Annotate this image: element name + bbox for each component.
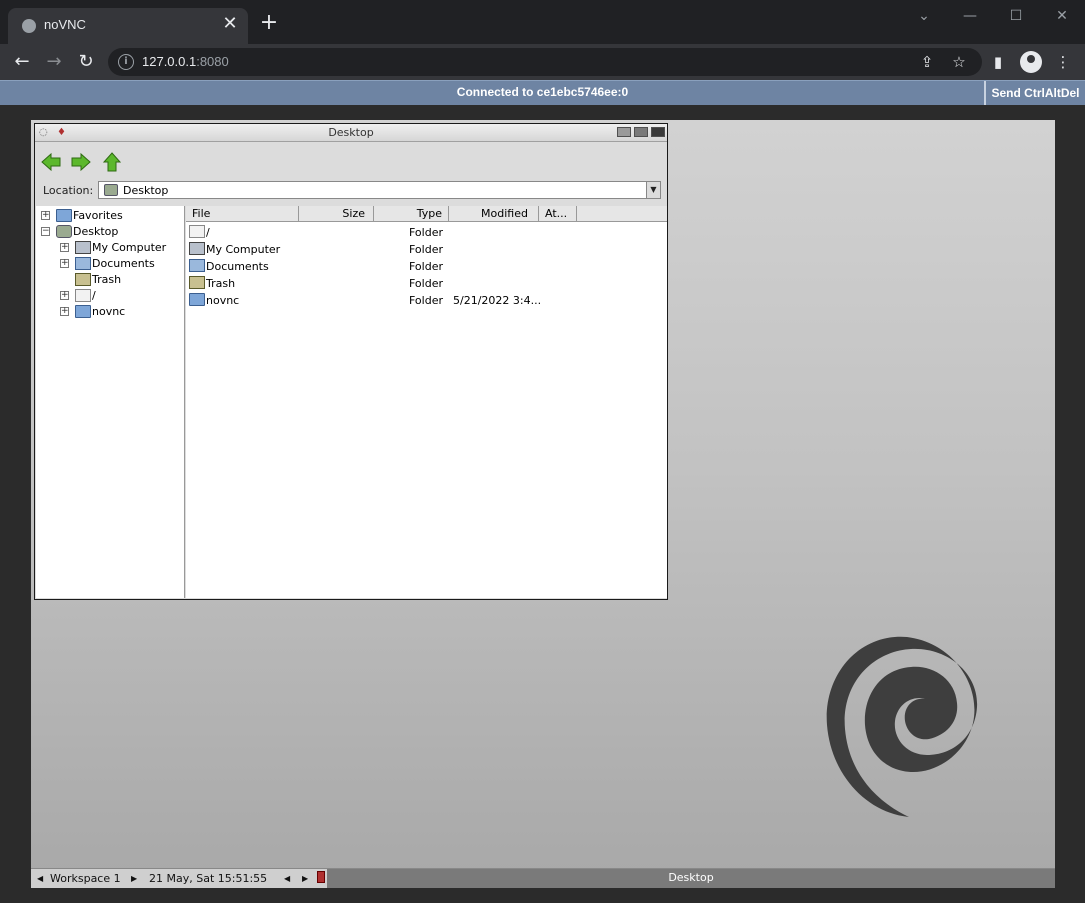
trash-icon (75, 273, 91, 286)
novnc-status-bar: Connected to ce1ebc5746ee:0 Send CtrlAlt… (0, 80, 1085, 105)
list-item[interactable]: Documents Folder (186, 258, 667, 275)
list-item[interactable]: My Computer Folder (186, 241, 667, 258)
up-arrow-icon[interactable] (102, 152, 122, 172)
documents-icon (75, 257, 91, 270)
window-titlebar[interactable]: ◌ ♦ Desktop (35, 124, 667, 142)
expand-icon[interactable]: + (60, 291, 69, 300)
folder-icon (189, 293, 205, 306)
tree-item-my-computer[interactable]: + My Computer (36, 240, 184, 256)
expand-icon[interactable]: + (60, 259, 69, 268)
reload-icon[interactable]: ↻ (74, 50, 98, 74)
desktop-icon (56, 225, 72, 238)
list-header: File Size Type Modified At... (186, 206, 667, 222)
dropdown-arrow-icon[interactable]: ▼ (646, 182, 660, 198)
clock[interactable]: 21 May, Sat 15:51:55 (149, 872, 267, 885)
side-panel-icon[interactable]: ▮ (987, 51, 1009, 73)
share-icon[interactable]: ⇪ (918, 53, 936, 71)
site-info-icon[interactable]: i (118, 54, 134, 70)
address-bar[interactable]: i 127.0.0.1:8080 ⇪ ☆ (108, 48, 982, 76)
column-header-attributes[interactable]: At... (539, 206, 577, 222)
next-task-icon[interactable]: ▶ (302, 874, 308, 883)
list-item[interactable]: Trash Folder (186, 275, 667, 292)
maximize-button[interactable] (634, 127, 648, 137)
prev-task-icon[interactable]: ◀ (284, 874, 290, 883)
globe-icon (22, 19, 36, 33)
column-header-size[interactable]: Size (299, 206, 374, 222)
trash-icon (189, 276, 205, 289)
back-icon[interactable]: ← (10, 50, 34, 74)
browser-toolbar: ← → ↻ i 127.0.0.1:8080 ⇪ ☆ ▮ ⋮ (0, 44, 1085, 80)
expand-icon[interactable]: + (60, 307, 69, 316)
column-header-file[interactable]: File (186, 206, 299, 222)
workspace-name[interactable]: Workspace 1 (50, 872, 121, 885)
drive-icon (189, 225, 205, 238)
tab-title: noVNC (44, 17, 86, 32)
bookmark-star-icon[interactable]: ☆ (950, 53, 968, 71)
documents-icon (189, 259, 205, 272)
app-icon (317, 871, 325, 883)
connection-status: Connected to ce1ebc5746ee:0 (456, 85, 629, 99)
prev-workspace-icon[interactable]: ◀ (37, 874, 43, 883)
list-item[interactable]: novnc Folder 5/21/2022 3:4... (186, 292, 667, 309)
collapse-icon[interactable]: − (41, 227, 50, 236)
tree-item-desktop[interactable]: − Desktop (36, 224, 184, 240)
forward-icon[interactable]: → (42, 50, 66, 74)
next-workspace-icon[interactable]: ▶ (131, 874, 137, 883)
forward-arrow-icon[interactable] (71, 152, 91, 172)
new-tab-button[interactable]: + (258, 12, 280, 34)
back-arrow-icon[interactable] (41, 152, 61, 172)
browser-tab[interactable]: noVNC ✕ (8, 8, 248, 44)
tree-item-favorites[interactable]: + Favorites (36, 208, 184, 224)
desktop-icon (104, 184, 118, 196)
tree-item-root[interactable]: + / (36, 288, 184, 304)
computer-icon (75, 241, 91, 254)
minimize-icon[interactable]: — (958, 8, 982, 24)
browser-tabbar: noVNC ✕ + ⌄ — ☐ ✕ (0, 0, 1085, 44)
close-button[interactable] (651, 127, 665, 137)
location-combobox[interactable]: Desktop ▼ (98, 181, 661, 199)
debian-swirl-logo (826, 636, 978, 817)
close-window-icon[interactable]: ✕ (1050, 8, 1074, 24)
tree-item-documents[interactable]: + Documents (36, 256, 184, 272)
url-text: 127.0.0.1:8080 (142, 54, 229, 69)
file-manager-window[interactable]: ◌ ♦ Desktop Location: Desktop ▼ + Favori… (34, 123, 668, 600)
tree-item-novnc[interactable]: + novnc (36, 304, 184, 320)
window-manager-taskbar: ◀ Workspace 1 ▶ 21 May, Sat 15:51:55 ◀ ▶… (31, 868, 1055, 888)
tab-search-icon[interactable]: ⌄ (912, 8, 936, 24)
folder-icon (75, 305, 91, 318)
maximize-icon[interactable]: ☐ (1004, 8, 1028, 24)
remote-desktop[interactable]: ◌ ♦ Desktop Location: Desktop ▼ + Favori… (31, 120, 1055, 888)
tab-close-button[interactable]: ✕ (220, 14, 240, 34)
folder-icon (56, 209, 72, 222)
window-title: Desktop (328, 126, 374, 139)
send-ctrlaltdel-button[interactable]: Send CtrlAltDel (984, 81, 1085, 105)
list-item[interactable]: / Folder (186, 224, 667, 241)
expand-icon[interactable]: + (41, 211, 50, 220)
expand-icon[interactable]: + (60, 243, 69, 252)
file-list[interactable]: File Size Type Modified At... / Folder M… (186, 206, 667, 598)
iconify-button[interactable] (617, 127, 631, 137)
profile-avatar-icon[interactable] (1020, 51, 1042, 73)
browser-menu-icon[interactable]: ⋮ (1052, 51, 1074, 73)
computer-icon (189, 242, 205, 255)
location-label: Location: (43, 184, 94, 197)
location-value: Desktop (123, 184, 169, 197)
column-header-modified[interactable]: Modified (449, 206, 539, 222)
folder-tree[interactable]: + Favorites − Desktop + My Computer + Do… (36, 206, 185, 598)
task-button-desktop[interactable]: Desktop (327, 869, 1055, 888)
drive-icon (75, 289, 91, 302)
tree-item-trash[interactable]: Trash (36, 272, 184, 288)
column-header-type[interactable]: Type (374, 206, 449, 222)
